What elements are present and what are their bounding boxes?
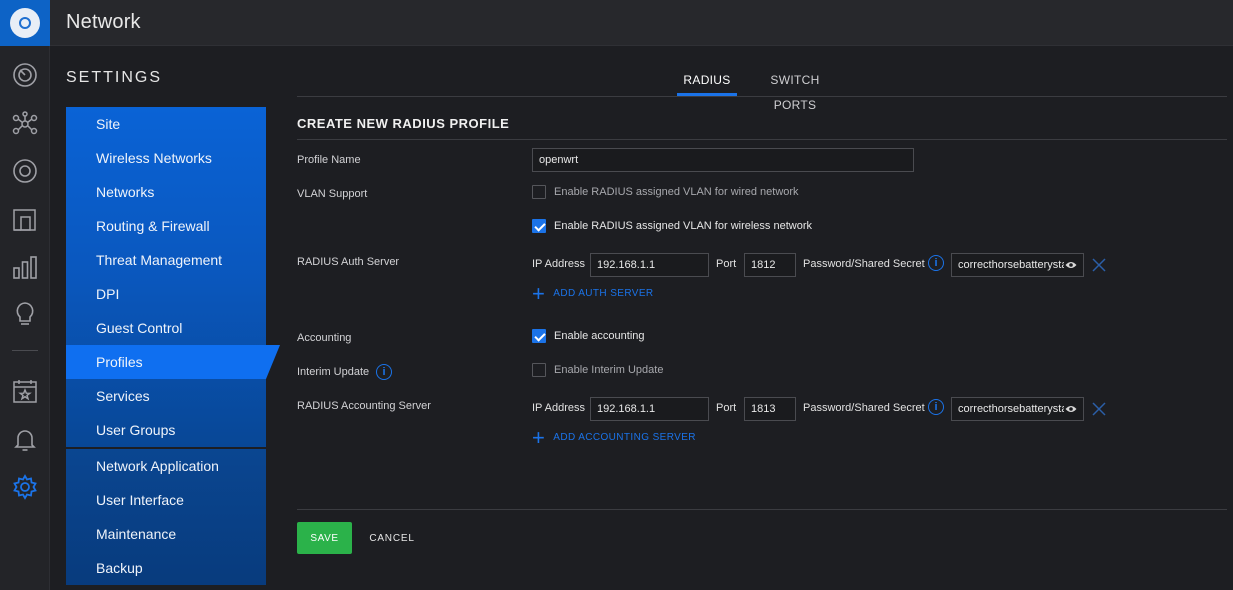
statistics-icon[interactable]	[11, 253, 39, 281]
accounting-label: Accounting	[297, 332, 352, 344]
accounting-enable-label: Enable accounting	[554, 330, 645, 342]
nav-item-services[interactable]: Services	[66, 379, 266, 413]
nav-item-backup[interactable]: Backup	[66, 551, 266, 585]
icon-rail	[0, 0, 50, 590]
show-password-icon[interactable]	[1065, 404, 1077, 414]
alerts-icon[interactable]	[11, 425, 39, 453]
acct-secret-value: correcthorsebatterystaple	[958, 403, 1064, 415]
vlan-support-label: VLAN Support	[297, 188, 368, 200]
nav-item-guest-control[interactable]: Guest Control	[66, 311, 266, 345]
profile-name-input[interactable]	[532, 148, 914, 172]
accounting-checkbox[interactable]	[532, 329, 546, 343]
acct-server-label: RADIUS Accounting Server	[297, 400, 431, 412]
ubiquiti-logo-icon[interactable]	[0, 0, 50, 46]
form-title: CREATE NEW RADIUS PROFILE	[297, 116, 510, 131]
form-title-divider	[297, 139, 1227, 140]
interim-update-info-icon[interactable]: i	[376, 364, 392, 380]
cancel-button[interactable]: CANCEL	[362, 522, 422, 554]
plus-icon: +	[532, 280, 546, 306]
acct-secret-info-icon[interactable]: i	[928, 399, 944, 415]
profile-tabs: RADIUS SWITCH PORTS	[297, 68, 1227, 112]
settings-icon[interactable]	[11, 473, 39, 501]
remove-auth-server-icon[interactable]	[1091, 257, 1107, 273]
top-bar: Network	[50, 0, 1233, 46]
save-button[interactable]: SAVE	[297, 522, 352, 554]
acct-port-label: Port	[716, 402, 737, 414]
nav-item-profiles[interactable]: Profiles	[66, 345, 280, 379]
auth-secret-label: Password/Shared Secret	[803, 258, 925, 270]
acct-ip-input[interactable]	[590, 397, 709, 421]
auth-secret-value: correcthorsebatterystaple	[958, 259, 1064, 271]
vlan-wired-label: Enable RADIUS assigned VLAN for wired ne…	[554, 186, 799, 198]
auth-server-label: RADIUS Auth Server	[297, 256, 400, 268]
vlan-wireless-checkbox[interactable]	[532, 219, 546, 233]
profile-name-label: Profile Name	[297, 154, 361, 166]
nav-item-routing-firewall[interactable]: Routing & Firewall	[66, 209, 266, 243]
acct-port-input[interactable]	[744, 397, 796, 421]
vlan-wireless-label: Enable RADIUS assigned VLAN for wireless…	[554, 220, 813, 232]
vlan-wired-checkbox[interactable]	[532, 185, 546, 199]
nav-item-network-application[interactable]: Network Application	[66, 449, 266, 483]
dashboard-icon[interactable]	[11, 61, 39, 89]
settings-nav-secondary: Network Application User Interface Maint…	[66, 449, 266, 585]
acct-ip-label: IP Address	[532, 402, 585, 414]
rail-divider	[12, 350, 38, 351]
plus-icon: +	[532, 424, 546, 450]
interim-update-label: Interim Update	[297, 366, 370, 378]
footer-divider	[297, 509, 1227, 510]
auth-ip-input[interactable]	[590, 253, 709, 277]
add-auth-server-button[interactable]: + ADD AUTH SERVER	[532, 280, 654, 306]
auth-port-input[interactable]	[744, 253, 796, 277]
show-password-icon[interactable]	[1065, 260, 1077, 270]
nav-item-maintenance[interactable]: Maintenance	[66, 517, 266, 551]
interim-update-checkbox[interactable]	[532, 363, 546, 377]
acct-secret-field[interactable]: correcthorsebatterystaple	[951, 397, 1084, 421]
auth-secret-field[interactable]: correcthorsebatterystaple	[951, 253, 1084, 277]
nav-item-wireless-networks[interactable]: Wireless Networks	[66, 141, 266, 175]
auth-ip-label: IP Address	[532, 258, 585, 270]
app-title: Network	[66, 11, 141, 33]
nav-item-user-interface[interactable]: User Interface	[66, 483, 266, 517]
interim-enable-label: Enable Interim Update	[554, 364, 664, 376]
clients-icon[interactable]	[11, 206, 39, 234]
topology-icon[interactable]	[11, 110, 39, 138]
settings-nav-primary: Site Wireless Networks Networks Routing …	[66, 107, 280, 447]
nav-item-threat-management[interactable]: Threat Management	[66, 243, 266, 277]
add-auth-server-label: ADD AUTH SERVER	[553, 288, 654, 299]
settings-heading: SETTINGS	[66, 69, 163, 86]
nav-item-dpi[interactable]: DPI	[66, 277, 266, 311]
auth-port-label: Port	[716, 258, 737, 270]
nav-item-site[interactable]: Site	[66, 107, 266, 141]
acct-secret-label: Password/Shared Secret	[803, 402, 925, 414]
insights-icon[interactable]	[11, 300, 39, 328]
add-accounting-server-button[interactable]: + ADD ACCOUNTING SERVER	[532, 424, 696, 450]
tab-switch-ports[interactable]: SWITCH PORTS	[749, 68, 841, 112]
devices-icon[interactable]	[11, 157, 39, 185]
events-icon[interactable]	[11, 377, 39, 405]
tab-radius[interactable]: RADIUS	[677, 68, 737, 96]
add-accounting-server-label: ADD ACCOUNTING SERVER	[553, 432, 696, 443]
nav-item-user-groups[interactable]: User Groups	[66, 413, 266, 447]
nav-item-networks[interactable]: Networks	[66, 175, 266, 209]
remove-acct-server-icon[interactable]	[1091, 401, 1107, 417]
auth-secret-info-icon[interactable]: i	[928, 255, 944, 271]
